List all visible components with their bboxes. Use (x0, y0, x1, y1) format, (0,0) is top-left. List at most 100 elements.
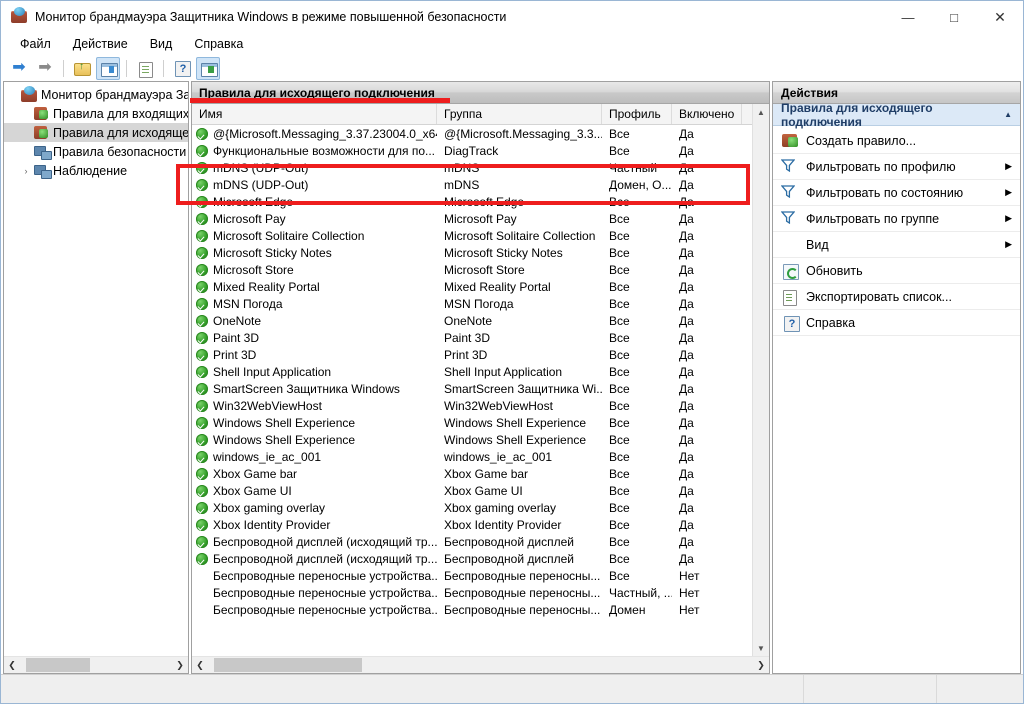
rule-name-label: mDNS (UDP-Out) (213, 160, 309, 175)
close-button[interactable]: ✕ (977, 1, 1023, 33)
sidebar-item-connection-security-rules[interactable]: Правила безопасности по (4, 142, 188, 161)
submenu-arrow-icon[interactable]: ▶ (1005, 213, 1012, 224)
sidebar-item-outbound-rules[interactable]: Правила для исходящего г (4, 123, 188, 142)
menu-view[interactable]: Вид (139, 35, 184, 53)
toolbar: ➡ ➡ ↑ ? (1, 55, 1023, 81)
table-row[interactable]: Xbox gaming overlay Xbox gaming overlay Вс… (192, 499, 752, 516)
rule-name-label: Windows Shell Experience (213, 415, 356, 430)
table-row[interactable]: SmartScreen Защитника Windows SmartScreen… (192, 380, 752, 397)
tree-horizontal-scrollbar[interactable]: ❮ ❯ (4, 656, 188, 673)
table-row[interactable]: Беспроводной дисплей (исходящий тр... Бес… (192, 550, 752, 567)
submenu-arrow-icon[interactable]: ▶ (1005, 161, 1012, 172)
menu-file[interactable]: Файл (9, 35, 62, 53)
action-item-2[interactable]: Фильтровать по состоянию ▶ (773, 180, 1020, 206)
menu-help[interactable]: Справка (183, 35, 254, 53)
column-header-1[interactable]: Группа (437, 104, 602, 124)
tree-scroll-track[interactable] (20, 657, 172, 673)
rule-name-cell: Microsoft Solitaire Collection (192, 229, 437, 243)
table-row[interactable]: Беспроводные переносные устройства... Бес… (192, 601, 752, 618)
list-scroll-left-arrow[interactable]: ❮ (192, 657, 208, 673)
action-item-4[interactable]: Вид ▶ (773, 232, 1020, 258)
action-item-0[interactable]: Создать правило... (773, 128, 1020, 154)
sidebar-item-inbound-rules[interactable]: Правила для входящих по (4, 104, 188, 123)
table-row[interactable]: Xbox Identity Provider Xbox Identity Prov… (192, 516, 752, 533)
rule-group-cell: OneNote (444, 313, 493, 328)
action-item-5[interactable]: Обновить (773, 258, 1020, 284)
rule-name-cell: Win32WebViewHost (192, 399, 437, 413)
rule-profile-cell: Частный, ... (609, 585, 672, 600)
rule-name-label: Xbox Identity Provider (213, 517, 331, 532)
rule-group-cell: Беспроводной дисплей (444, 534, 574, 549)
table-row[interactable]: OneNote OneNote Все Да (192, 312, 752, 329)
up-folder-button[interactable]: ↑ (70, 57, 94, 80)
table-row[interactable]: @{Microsoft.Messaging_3.37.23004.0_x64..… (192, 125, 752, 142)
submenu-arrow-icon[interactable]: ▶ (1005, 187, 1012, 198)
table-row[interactable]: Microsoft Store Microsoft Store Все Да (192, 261, 752, 278)
list-scroll-right-arrow[interactable]: ❯ (753, 657, 769, 673)
scroll-left-arrow[interactable]: ❮ (4, 657, 20, 673)
rule-disabled-icon (196, 604, 208, 616)
console-tree: Монитор брандмауэра Защит Правила для вх… (4, 82, 188, 656)
scroll-right-arrow[interactable]: ❯ (172, 657, 188, 673)
help-icon: ? (172, 60, 192, 77)
action-item-7[interactable]: ? Справка (773, 310, 1020, 336)
table-row[interactable]: mDNS (UDP-Out) mDNS Домен, О... Да (192, 176, 752, 193)
list-horizontal-scrollbar[interactable]: ❮ ❯ (192, 656, 769, 673)
forward-button[interactable]: ➡ (33, 57, 57, 80)
scroll-down-arrow[interactable]: ▼ (753, 640, 769, 656)
column-header-3[interactable]: Включено (672, 104, 742, 124)
column-header-0[interactable]: Имя (192, 104, 437, 124)
rule-group-cell: SmartScreen Защитника Wi... (444, 381, 602, 396)
list-hscroll-thumb[interactable] (214, 658, 362, 672)
actions-section-header[interactable]: Правила для исходящего подключения ▲ (773, 101, 1020, 129)
table-row[interactable]: MSN Погода MSN Погода Все Да (192, 295, 752, 312)
table-row[interactable]: Windows Shell Experience Windows Shell Ex… (192, 431, 752, 448)
status-segment-main (1, 675, 804, 703)
rule-group-cell: Microsoft Sticky Notes (444, 245, 563, 260)
table-row[interactable]: Беспроводной дисплей (исходящий тр... Бес… (192, 533, 752, 550)
table-row[interactable]: Shell Input Application Shell Input Appli… (192, 363, 752, 380)
list-vertical-scrollbar[interactable]: ▲ ▼ (752, 104, 769, 656)
list-hscroll-track[interactable] (208, 657, 753, 673)
rule-enabled-cell: Да (679, 313, 694, 328)
minimize-button[interactable]: — (885, 1, 931, 33)
submenu-arrow-icon[interactable]: ▶ (1005, 239, 1012, 250)
action-item-6[interactable]: Экспортировать список... (773, 284, 1020, 310)
tree-root-firewall-monitor[interactable]: Монитор брандмауэра Защит (4, 85, 188, 104)
scroll-up-arrow[interactable]: ▲ (753, 104, 769, 120)
table-row[interactable]: Функциональные возможности для по... Diag… (192, 142, 752, 159)
menu-action[interactable]: Действие (62, 35, 139, 53)
tree-scroll-thumb[interactable] (26, 658, 90, 672)
table-row[interactable]: Print 3D Print 3D Все Да (192, 346, 752, 363)
show-hide-tree-button[interactable] (96, 56, 120, 80)
table-row[interactable]: Xbox Game bar Xbox Game bar Все Да (192, 465, 752, 482)
action-item-label: Обновить (806, 263, 863, 278)
action-item-1[interactable]: Фильтровать по профилю ▶ (773, 154, 1020, 180)
tree-expander-monitoring[interactable]: › (20, 166, 32, 176)
sidebar-item-monitoring[interactable]: › Наблюдение (4, 161, 188, 180)
back-button[interactable]: ➡ (7, 57, 31, 80)
table-row[interactable]: windows_ie_ac_001 windows_ie_ac_001 Все Да (192, 448, 752, 465)
table-row[interactable]: Windows Shell Experience Windows Shell Ex… (192, 414, 752, 431)
list-scroll-track[interactable] (753, 120, 769, 640)
chevron-up-icon[interactable]: ▲ (1004, 110, 1012, 119)
table-row[interactable]: Win32WebViewHost Win32WebViewHost Все Да (192, 397, 752, 414)
table-row[interactable]: Microsoft Sticky Notes Microsoft Sticky N… (192, 244, 752, 261)
help-button[interactable]: ? (170, 57, 194, 80)
table-row[interactable]: Microsoft Pay Microsoft Pay Все Да (192, 210, 752, 227)
table-row[interactable]: Беспроводные переносные устройства... Бес… (192, 584, 752, 601)
table-row[interactable]: Xbox Game UI Xbox Game UI Все Да (192, 482, 752, 499)
show-hide-action-pane-button[interactable] (196, 56, 220, 80)
table-row[interactable]: Mixed Reality Portal Mixed Reality Portal… (192, 278, 752, 295)
action-item-3[interactable]: Фильтровать по группе ▶ (773, 206, 1020, 232)
table-row[interactable]: Microsoft Edge Microsoft Edge Все Да (192, 193, 752, 210)
table-row[interactable]: Paint 3D Paint 3D Все Да (192, 329, 752, 346)
column-header-2[interactable]: Профиль (602, 104, 672, 124)
table-row[interactable]: Беспроводные переносные устройства... Бес… (192, 567, 752, 584)
rule-group-cell: Paint 3D (444, 330, 491, 345)
table-row[interactable]: Microsoft Solitaire Collection Microsoft … (192, 227, 752, 244)
sidebar-item-security-label: Правила безопасности по (53, 144, 188, 159)
export-button[interactable] (133, 57, 157, 80)
table-row[interactable]: mDNS (UDP-Out) mDNS Частный Да (192, 159, 752, 176)
maximize-button[interactable]: □ (931, 1, 977, 33)
